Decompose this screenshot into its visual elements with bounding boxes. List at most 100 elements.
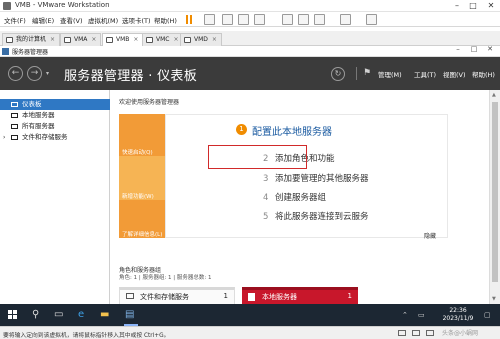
vmware-logo-icon (3, 2, 11, 10)
learn-more-tab[interactable]: 了解详细信息(L) (122, 230, 162, 238)
scroll-down-icon[interactable]: ▼ (492, 296, 496, 302)
vm-icon (64, 37, 71, 43)
sidebar: 仪表板 本地服务器 所有服务器 › 文件和存储服务 (0, 90, 110, 304)
menu-view-sm[interactable]: 视图(V) (443, 69, 466, 79)
step-label: 配置此本地服务器 (252, 127, 332, 138)
menu-tools[interactable]: 工具(T) (414, 69, 436, 79)
tab-close-icon[interactable]: × (133, 36, 138, 43)
tab-close-icon[interactable]: × (212, 36, 217, 43)
server-icon (248, 293, 255, 301)
server-manager-taskbar-icon[interactable]: ▤ (125, 309, 134, 320)
tile-count: 1 (223, 292, 228, 300)
tab-vmc[interactable]: VMC × (142, 33, 184, 46)
cdrom-icon[interactable] (412, 330, 420, 336)
task-view-icon[interactable]: ▭ (54, 309, 63, 320)
tab-label: VMB (116, 36, 130, 43)
tab-close-icon[interactable]: × (50, 36, 55, 43)
stretch-icon[interactable] (366, 14, 377, 25)
scroll-up-icon[interactable]: ▲ (492, 92, 496, 98)
windows-taskbar: ⚲ ▭ e ▬ ▤ ⌃ ▭ 22:36 2023/11/9 ▢ (0, 304, 500, 326)
console-view-icon[interactable] (340, 14, 351, 25)
tile-file-storage[interactable]: 文件和存储服务 1 (119, 287, 235, 304)
show-library-icon[interactable] (282, 14, 293, 25)
forward-arrow-icon[interactable]: → (27, 66, 42, 81)
flag-icon[interactable]: ⚑ (363, 68, 371, 78)
server-manager-title-bar: 服务器管理器 – □ ✕ (0, 45, 500, 57)
scrollbar-thumb[interactable] (492, 102, 498, 282)
step-label: 添加要管理的其他服务器 (275, 174, 369, 184)
quick-start-tab[interactable]: 快速启动(Q) (122, 148, 153, 156)
vmware-tab-bar: 我的计算机 × VMA × VMB × VMC × VMD × (0, 31, 500, 46)
step-add-other-servers[interactable]: 3 添加要管理的其他服务器 (263, 172, 369, 184)
back-arrow-icon[interactable]: ← (8, 66, 23, 81)
refresh-icon[interactable]: ↻ (331, 67, 345, 81)
tab-vmb[interactable]: VMB × (102, 33, 144, 46)
vmware-title-bar: VMB - VMware Workstation – □ ✕ (0, 0, 500, 12)
status-text: 要将输入定向到该虚拟机，请将鼠标指针移入其中或按 Ctrl+G。 (3, 333, 170, 339)
network-icon[interactable]: ▭ (418, 311, 425, 319)
sidebar-item-local-server[interactable]: 本地服务器 (0, 110, 110, 121)
menu-help[interactable]: 帮助(H) (154, 15, 177, 25)
system-clock[interactable]: 22:36 2023/11/9 (438, 307, 478, 323)
revert-snapshot-icon[interactable] (238, 14, 249, 25)
close-button[interactable]: ✕ (484, 0, 498, 12)
tab-vma[interactable]: VMA × (60, 33, 102, 46)
snapshot-manager-icon[interactable] (254, 14, 265, 25)
file-explorer-icon[interactable]: ▬ (100, 309, 109, 320)
tab-close-icon[interactable]: × (173, 36, 178, 43)
thumbnail-icon[interactable] (298, 14, 309, 25)
sm-minimize-button[interactable]: – (452, 45, 464, 53)
sidebar-item-all-servers[interactable]: 所有服务器 (0, 121, 110, 132)
sm-close-button[interactable]: ✕ (484, 45, 496, 53)
vmware-menu-bar: 文件(F) 编辑(E) 查看(V) 虚拟机(M) 选项卡(T) 帮助(H) (0, 12, 500, 27)
ie-browser-icon[interactable]: e (78, 309, 84, 320)
whats-new-tab[interactable]: 新增功能(W) (122, 192, 154, 200)
network-adapter-icon[interactable] (426, 330, 434, 336)
menu-view[interactable]: 查看(V) (60, 15, 83, 25)
chevron-right-icon[interactable]: › (3, 132, 5, 143)
step-create-server-group[interactable]: 4 创建服务器组 (263, 191, 326, 203)
dashboard-main: 欢迎使用服务器管理器 快速启动(Q) 新增功能(W) 了解详细信息(L) 1 配… (111, 90, 489, 304)
windows-start-icon[interactable] (8, 310, 18, 320)
server-icon (11, 113, 18, 118)
tab-close-icon[interactable]: × (91, 36, 96, 43)
sm-maximize-button[interactable]: □ (468, 45, 480, 53)
tile-local-server[interactable]: 本地服务器 1 (242, 287, 358, 304)
step-connect-cloud[interactable]: 5 将此服务器连接到云服务 (263, 210, 369, 222)
menu-help-sm[interactable]: 帮助(H) (472, 69, 495, 79)
server-manager-header: ← → ▾ 服务器管理器 · 仪表板 ↻ ⚑ 管理(M) 工具(T) 视图(V)… (0, 57, 500, 90)
send-ctrl-alt-del-icon[interactable] (204, 14, 215, 25)
vertical-scrollbar[interactable]: ▲ ▼ (489, 90, 500, 304)
snapshot-icon[interactable] (222, 14, 233, 25)
hdd-icon[interactable] (398, 330, 406, 336)
tray-chevron-icon[interactable]: ⌃ (402, 311, 408, 319)
notification-icon[interactable]: ▢ (484, 311, 491, 319)
menu-file[interactable]: 文件(F) (4, 15, 26, 25)
tab-label: VMC (156, 36, 170, 43)
sidebar-item-file-storage[interactable]: › 文件和存储服务 (0, 132, 110, 143)
vmware-status-bar: 要将输入定向到该虚拟机，请将鼠标指针移入其中或按 Ctrl+G。 头条@小蜗网 (0, 326, 500, 339)
breadcrumb: 服务器管理器 · 仪表板 (64, 69, 197, 84)
server-manager-window-title: 服务器管理器 (12, 49, 49, 56)
clock-date: 2023/11/9 (442, 315, 474, 322)
menu-tabs[interactable]: 选项卡(T) (122, 15, 151, 25)
tab-vmd[interactable]: VMD × (180, 33, 222, 46)
hide-link[interactable]: 隐藏 (424, 231, 436, 240)
nav-dropdown-icon[interactable]: ▾ (46, 70, 49, 77)
header-divider (356, 67, 357, 80)
vmware-window-title: VMB - VMware Workstation (15, 1, 110, 9)
pause-icon[interactable] (186, 15, 188, 24)
maximize-button[interactable]: □ (466, 0, 480, 12)
minimize-button[interactable]: – (450, 0, 464, 12)
step-number: 3 (263, 174, 269, 184)
sidebar-item-dashboard[interactable]: 仪表板 (0, 99, 110, 110)
menu-edit[interactable]: 编辑(E) (32, 15, 54, 25)
search-icon[interactable]: ⚲ (32, 309, 39, 320)
sidebar-item-label: 文件和存储服务 (22, 133, 68, 141)
tab-my-computer[interactable]: 我的计算机 × (2, 33, 61, 46)
menu-manage[interactable]: 管理(M) (378, 69, 402, 79)
fullscreen-icon[interactable] (314, 14, 325, 25)
vm-icon (146, 37, 153, 43)
menu-vm[interactable]: 虚拟机(M) (88, 15, 118, 25)
watermark: 头条@小蜗网 (442, 330, 479, 337)
